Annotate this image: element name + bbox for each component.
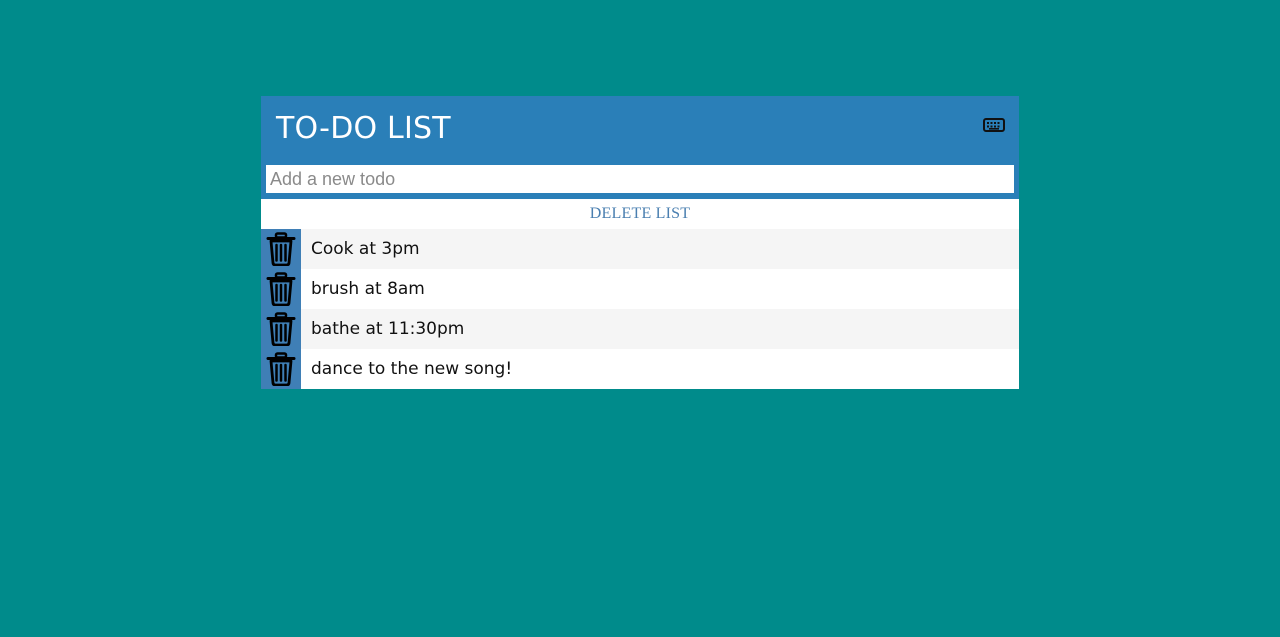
trash-icon[interactable] bbox=[261, 269, 301, 309]
todo-item[interactable]: brush at 8am bbox=[261, 269, 1019, 309]
keyboard-icon[interactable] bbox=[983, 116, 1005, 134]
todo-list: Cook at 3pm brush at 8am bathe at 11:30p… bbox=[261, 229, 1019, 389]
todo-text: dance to the new song! bbox=[311, 359, 513, 379]
trash-icon[interactable] bbox=[261, 309, 301, 349]
input-wrapper bbox=[261, 163, 1019, 199]
todo-item[interactable]: bathe at 11:30pm bbox=[261, 309, 1019, 349]
todo-text: bathe at 11:30pm bbox=[311, 319, 465, 339]
todo-item[interactable]: Cook at 3pm bbox=[261, 229, 1019, 269]
header: TO-DO LIST bbox=[261, 96, 1019, 163]
trash-icon[interactable] bbox=[261, 229, 301, 269]
todo-app: TO-DO LIST DELETE LIST bbox=[261, 96, 1019, 389]
todo-item[interactable]: dance to the new song! bbox=[261, 349, 1019, 389]
delete-list-button[interactable]: DELETE LIST bbox=[261, 199, 1019, 229]
page-title: TO-DO LIST bbox=[276, 111, 451, 146]
todo-text: brush at 8am bbox=[311, 279, 425, 299]
trash-icon[interactable] bbox=[261, 349, 301, 389]
new-todo-input[interactable] bbox=[264, 163, 1016, 195]
todo-text: Cook at 3pm bbox=[311, 239, 420, 259]
